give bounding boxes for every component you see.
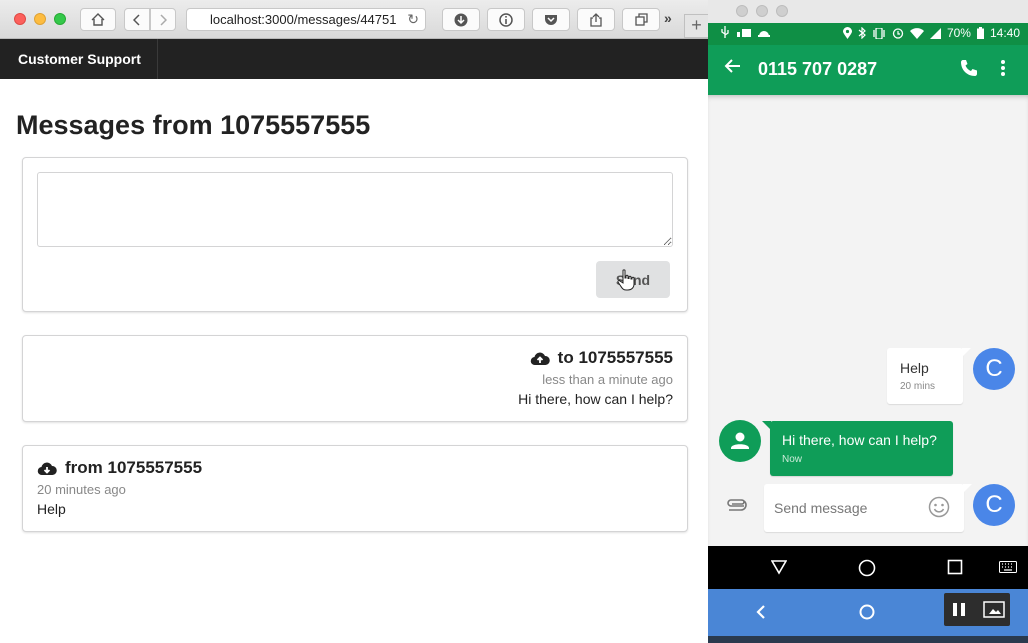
message-direction: to 1075557555 <box>557 348 673 367</box>
reply-sms-bubble[interactable]: Hi there, how can I help? Now <box>762 421 953 476</box>
android-status-bar: 70% 14:40 <box>708 23 1028 45</box>
overflow-chevrons-icon[interactable]: » <box>664 10 672 26</box>
bubble-time: Now <box>782 454 803 465</box>
browser-window: localhost:3000/messages/44751 ↻ » + Cust… <box>0 0 708 643</box>
minimize-window-button[interactable] <box>34 13 46 25</box>
app-navbar: Customer Support <box>0 39 708 79</box>
conversation-app-bar: 0115 707 0287 <box>708 45 1028 95</box>
forward-button[interactable] <box>150 8 176 31</box>
home-icon <box>91 13 105 26</box>
hand-cursor-icon <box>617 269 635 291</box>
share-icon <box>590 12 602 27</box>
cloud-upload-icon <box>530 352 550 365</box>
message-card-outgoing: to 1075557555 less than a minute ago Hi … <box>22 335 688 422</box>
emoji-icon[interactable] <box>928 496 950 518</box>
emulator-zoom-button[interactable] <box>776 5 788 17</box>
nav-recents-square-icon[interactable] <box>947 559 963 575</box>
message-input[interactable] <box>37 172 673 247</box>
chevron-left-icon[interactable] <box>755 604 767 620</box>
sms-compose-field[interactable]: Send message <box>764 484 972 532</box>
battery-percent: 70% <box>946 26 971 40</box>
avatar-self: C <box>973 348 1015 390</box>
status-clock: 14:40 <box>989 26 1020 40</box>
tabs-icon <box>634 13 648 26</box>
avatar-self: C <box>973 484 1015 526</box>
usb-icon <box>721 26 729 38</box>
downloads-button[interactable] <box>442 8 480 31</box>
more-vert-icon[interactable] <box>1000 58 1006 78</box>
person-icon <box>731 432 749 449</box>
nav-back-triangle-icon[interactable] <box>771 559 787 575</box>
picture-in-picture-icon[interactable] <box>983 601 1005 618</box>
wifi-icon <box>909 27 924 39</box>
reload-icon[interactable]: ↻ <box>407 9 419 30</box>
signal-icon <box>929 27 941 39</box>
new-tab-button[interactable]: + <box>684 14 708 38</box>
home-button[interactable] <box>80 8 116 31</box>
pause-icon[interactable] <box>952 602 966 617</box>
alarm-icon <box>892 28 904 39</box>
info-icon <box>499 12 513 27</box>
bubble-text: Hi there, how can I help? <box>782 432 937 448</box>
compose-placeholder: Send message <box>774 500 868 516</box>
message-body: Help <box>37 501 66 517</box>
tabs-button[interactable] <box>622 8 660 31</box>
nav-home-circle-icon[interactable] <box>858 559 876 577</box>
bubble-time: 20 mins <box>900 381 936 392</box>
message-header: to 1075557555 <box>530 348 673 368</box>
pocket-button[interactable] <box>532 8 570 31</box>
bluetooth-icon <box>858 27 866 39</box>
message-body: Hi there, how can I help? <box>518 391 673 407</box>
chevron-left-icon <box>133 13 140 26</box>
chevron-right-icon <box>160 13 167 26</box>
arrow-back-icon[interactable] <box>724 57 742 75</box>
message-time: 20 minutes ago <box>37 482 126 497</box>
pocket-icon <box>545 15 557 25</box>
share-button[interactable] <box>577 8 615 31</box>
keyboard-icon[interactable] <box>999 561 1017 573</box>
attach-icon[interactable] <box>725 498 747 514</box>
nav-brand-link[interactable]: Customer Support <box>0 39 158 79</box>
back-button[interactable] <box>124 8 150 31</box>
info-button[interactable] <box>487 8 525 31</box>
phone-call-icon[interactable] <box>959 58 979 78</box>
conversation-area <box>708 95 1028 546</box>
zoom-window-button[interactable] <box>54 13 66 25</box>
download-icon <box>454 13 468 26</box>
browser-toolbar: localhost:3000/messages/44751 ↻ » + <box>0 0 708 39</box>
address-bar[interactable]: localhost:3000/messages/44751 ↻ <box>186 8 426 31</box>
page-title: Messages from 1075557555 <box>16 110 371 140</box>
compose-card: Send <box>22 157 688 312</box>
message-direction: from 1075557555 <box>65 458 203 477</box>
close-window-button[interactable] <box>14 13 26 25</box>
message-header: from 1075557555 <box>37 458 202 478</box>
sim-icon <box>737 29 751 37</box>
cloud-download-icon <box>37 462 57 475</box>
emulator-minimize-button[interactable] <box>756 5 768 17</box>
message-card-incoming: from 1075557555 20 minutes ago Help <box>22 445 688 532</box>
bubble-text: Help <box>900 360 929 376</box>
home-circle-icon[interactable] <box>859 604 875 620</box>
location-icon <box>842 27 852 39</box>
contact-avatar[interactable] <box>719 420 761 462</box>
battery-icon <box>976 27 984 39</box>
emulator-close-button[interactable] <box>736 5 748 17</box>
incoming-sms-bubble[interactable]: Help 20 mins <box>887 348 971 404</box>
url-text: localhost:3000/messages/44751 <box>210 12 397 27</box>
emulator-titlebar <box>708 0 1028 23</box>
message-time: less than a minute ago <box>542 372 673 387</box>
vibrate-icon <box>873 27 885 39</box>
contact-number: 0115 707 0287 <box>758 59 878 79</box>
android-icon <box>758 31 770 37</box>
recording-controls <box>944 593 1010 626</box>
android-nav-bar <box>708 546 1028 589</box>
